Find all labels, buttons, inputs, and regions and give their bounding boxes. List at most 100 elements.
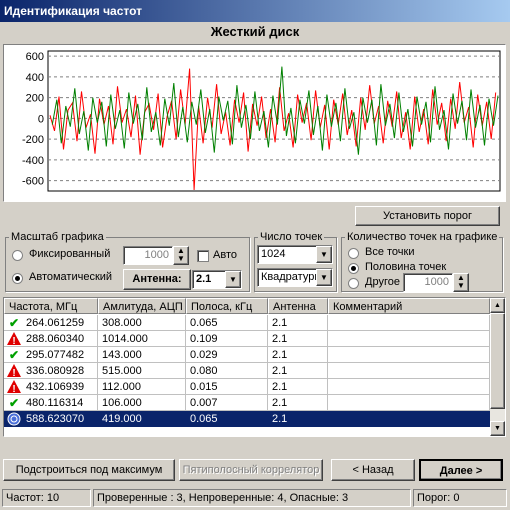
frequency-table: Частота, МГц Амлитуда, АЦП Полоса, кГц А… [3,297,506,437]
column-header-comment[interactable]: Комментарий [328,298,490,314]
table-cell-band: 0.080 [186,363,268,379]
column-header-bandwidth[interactable]: Полоса, кГц [186,298,268,314]
cell-text: 0.015 [190,381,218,393]
fixed-scale-input[interactable]: 1000 [123,246,173,265]
svg-text:!: ! [12,384,15,394]
y-tick-label: 0 [38,113,44,125]
table-cell-amp: 112.000 [98,379,186,395]
fixed-scale-label: Фиксированный [29,248,111,260]
cell-text: 588.623070 [26,413,85,425]
cell-text: 106.000 [102,397,142,409]
y-tick-label: -200 [22,134,44,146]
cell-text: 308.000 [102,317,142,329]
cell-text: 2.1 [272,349,288,361]
points-select[interactable]: 1024 ▼ [257,245,333,264]
danger-warning-icon: ! [7,380,21,394]
chevron-down-icon[interactable]: ▼ [225,271,241,288]
table-row[interactable]: ✔ 264.061259 308.000 0.065 2.1 [4,315,490,331]
cell-text: 0.080 [190,365,218,377]
scale-group-label: Масштаб графика [9,231,106,243]
table-cell-ant: 2.1 [268,411,328,427]
next-button[interactable]: Далее > [419,459,503,481]
table-cell-ant: 2.1 [268,363,328,379]
unverified-icon [7,412,21,426]
chart-area: 600 400 200 0 -200 -400 -600 [3,44,506,202]
scroll-down-icon[interactable]: ▼ [490,421,505,436]
table-cell-amp: 515.000 [98,363,186,379]
set-threshold-button[interactable]: Установить порог [355,206,500,226]
y-tick-label: -600 [22,176,44,188]
other-points-radio[interactable] [348,278,359,289]
chevron-down-icon[interactable]: ▼ [316,246,332,263]
cell-text: 0.065 [190,317,218,329]
table-cell-band: 0.029 [186,347,268,363]
table-cell-band: 0.065 [186,411,268,427]
verified-check-icon: ✔ [8,348,20,362]
back-button[interactable]: < Назад [331,459,415,481]
table-row[interactable]: ! 336.080928 515.000 0.080 2.1 [4,363,490,379]
cell-text: 143.000 [102,349,142,361]
scroll-up-icon[interactable]: ▲ [490,298,505,313]
automatic-scale-radio[interactable] [12,273,23,284]
table-cell-freq: ! 288.060340 [4,331,98,347]
half-points-label: Половина точек [365,261,447,273]
table-row[interactable]: ✔ 480.116314 106.000 0.007 2.1 [4,395,490,411]
chevron-down-icon[interactable]: ▼ [316,269,332,286]
table-cell-freq: ✔ 295.077482 [4,347,98,363]
table-cell-ant: 2.1 [268,379,328,395]
antenna-label: Антенна: [123,269,191,290]
table-cell-ant: 2.1 [268,315,328,331]
fixed-scale-radio[interactable] [12,250,23,261]
danger-warning-icon: ! [7,332,21,346]
method-value: Квадратуры [261,271,323,283]
table-cell-band: 0.065 [186,315,268,331]
half-points-radio[interactable] [348,263,359,274]
other-points-label: Другое [365,276,400,288]
column-header-amplitude[interactable]: Амлитуда, АЦП [98,298,186,314]
table-row[interactable]: ! 432.106939 112.000 0.015 2.1 [4,379,490,395]
danger-warning-icon: ! [7,364,21,378]
other-points-input[interactable]: 1000 [403,273,453,292]
all-points-radio[interactable] [348,248,359,259]
cell-text: 336.080928 [26,365,85,377]
fixed-scale-spinner[interactable]: ▲ ▼ [173,246,189,265]
y-tick-label: 200 [26,93,44,105]
table-cell-amp: 419.000 [98,411,186,427]
vertical-scrollbar[interactable]: ▲ ▼ [490,298,505,436]
table-cell-freq: ✔ 264.061259 [4,315,98,331]
auto-checkbox-label: Авто [213,249,237,261]
cell-text: 2.1 [272,397,288,409]
table-cell-amp: 143.000 [98,347,186,363]
status-frequency-count: Частот: 10 [2,489,91,507]
y-tick-label: -400 [22,155,44,167]
count-group-label: Количество точек на графике [345,231,500,243]
auto-checkbox[interactable] [197,250,209,262]
other-points-spinner[interactable]: ▲ ▼ [453,273,469,292]
table-cell-comment [328,395,490,411]
method-select[interactable]: Квадратуры ▼ [257,268,333,287]
table-cell-comment [328,363,490,379]
table-row[interactable]: ✔ 295.077482 143.000 0.029 2.1 [4,347,490,363]
spin-down-icon: ▼ [177,254,185,263]
column-header-antenna[interactable]: Антенна [268,298,328,314]
table-cell-comment [328,315,490,331]
y-tick-label: 600 [26,51,44,63]
status-summary: Проверенные : 3, Непроверенные: 4, Опасн… [93,489,411,507]
verified-check-icon: ✔ [8,396,20,410]
cell-text: 0.007 [190,397,218,409]
scrollbar-thumb[interactable] [490,313,505,409]
adjust-to-max-button[interactable]: Подстроиться под максимум [3,459,175,481]
cell-text: 2.1 [272,317,288,329]
table-cell-amp: 1014.000 [98,331,186,347]
five-band-correlator-button[interactable]: Пятиполосный коррелятор [179,459,323,481]
antenna-select[interactable]: 2.1 ▼ [192,270,242,289]
table-row[interactable]: ! 288.060340 1014.000 0.109 2.1 [4,331,490,347]
automatic-scale-label: Автоматический [29,271,113,283]
column-header-frequency[interactable]: Частота, МГц [4,298,98,314]
table-row[interactable]: 588.623070 419.000 0.065 2.1 [4,411,490,427]
antenna-value: 2.1 [196,273,212,285]
cell-text: 432.106939 [26,381,85,393]
status-threshold: Порог: 0 [413,489,507,507]
table-cell-amp: 106.000 [98,395,186,411]
table-cell-band: 0.109 [186,331,268,347]
